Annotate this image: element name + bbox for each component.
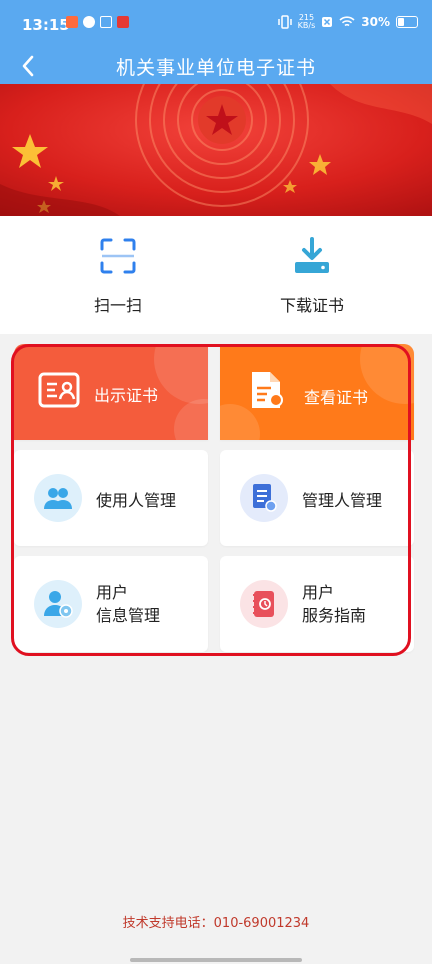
network-speed-unit: KB/s bbox=[297, 21, 316, 30]
show-certificate-label: 出示证书 bbox=[94, 386, 159, 405]
user-info-management-button[interactable]: 用户 信息管理 bbox=[14, 556, 208, 652]
admin-management-icon-bg bbox=[240, 474, 288, 522]
user-info-label-line2: 信息管理 bbox=[96, 606, 161, 625]
crown-icon bbox=[100, 16, 112, 28]
app-notification-icon bbox=[83, 16, 95, 28]
user-management-icon-bg bbox=[34, 474, 82, 522]
user-info-icon-bg bbox=[34, 580, 82, 628]
nav-bar: 机关事业单位电子证书 bbox=[0, 48, 432, 84]
status-bar: 13:15 215 KB/s 30% bbox=[0, 0, 432, 48]
battery-icon bbox=[396, 16, 418, 28]
download-icon bbox=[295, 237, 329, 273]
show-certificate-button[interactable]: 出示证书 bbox=[14, 344, 208, 440]
service-guide-button[interactable]: 用户 服务指南 bbox=[220, 556, 414, 652]
vibrate-icon bbox=[277, 15, 292, 29]
user-info-label-line1: 用户 bbox=[96, 583, 129, 602]
guide-book-icon bbox=[253, 591, 274, 617]
admin-management-label: 管理人管理 bbox=[302, 491, 383, 510]
download-certificate-label: 下载证书 bbox=[279, 296, 344, 315]
service-guide-label-line2: 服务指南 bbox=[302, 606, 367, 625]
service-guide-label-line1: 用户 bbox=[302, 583, 335, 602]
scan-label: 扫一扫 bbox=[93, 296, 142, 315]
support-phone: 技术支持电话：010-69001234 bbox=[122, 916, 310, 931]
home-indicator[interactable] bbox=[130, 958, 302, 962]
network-speed: 215 KB/s bbox=[298, 14, 316, 30]
view-certificate-button[interactable]: 查看证书 bbox=[220, 344, 414, 440]
wifi-icon bbox=[339, 16, 355, 27]
download-certificate-button[interactable]: 下载证书 bbox=[232, 216, 392, 334]
scan-icon bbox=[100, 238, 136, 274]
sim-disabled-icon bbox=[322, 17, 333, 27]
user-management-label: 使用人管理 bbox=[96, 491, 177, 510]
document-icon bbox=[252, 372, 283, 408]
banner-image bbox=[0, 84, 432, 216]
app-notification-icon bbox=[66, 16, 78, 28]
user-info-label: 用户 信息管理 bbox=[96, 581, 160, 627]
status-time: 13:15 bbox=[22, 16, 70, 34]
id-card-icon bbox=[38, 372, 80, 408]
view-certificate-label: 查看证书 bbox=[304, 388, 369, 407]
page-title: 机关事业单位电子证书 bbox=[115, 57, 316, 79]
users-icon bbox=[44, 488, 72, 509]
admin-doc-icon bbox=[253, 484, 277, 512]
app-notification-icon bbox=[117, 16, 129, 28]
status-right: 215 KB/s 30% bbox=[277, 14, 418, 30]
notification-icons bbox=[66, 16, 129, 28]
scan-button[interactable]: 扫一扫 bbox=[38, 216, 198, 334]
user-management-button[interactable]: 使用人管理 bbox=[14, 450, 208, 546]
service-guide-icon-bg bbox=[240, 580, 288, 628]
user-settings-icon bbox=[44, 591, 73, 618]
service-guide-label: 用户 服务指南 bbox=[302, 581, 366, 627]
quick-actions: 扫一扫 下载证书 bbox=[0, 216, 432, 334]
battery-percent: 30% bbox=[361, 15, 390, 29]
admin-management-button[interactable]: 管理人管理 bbox=[220, 450, 414, 546]
